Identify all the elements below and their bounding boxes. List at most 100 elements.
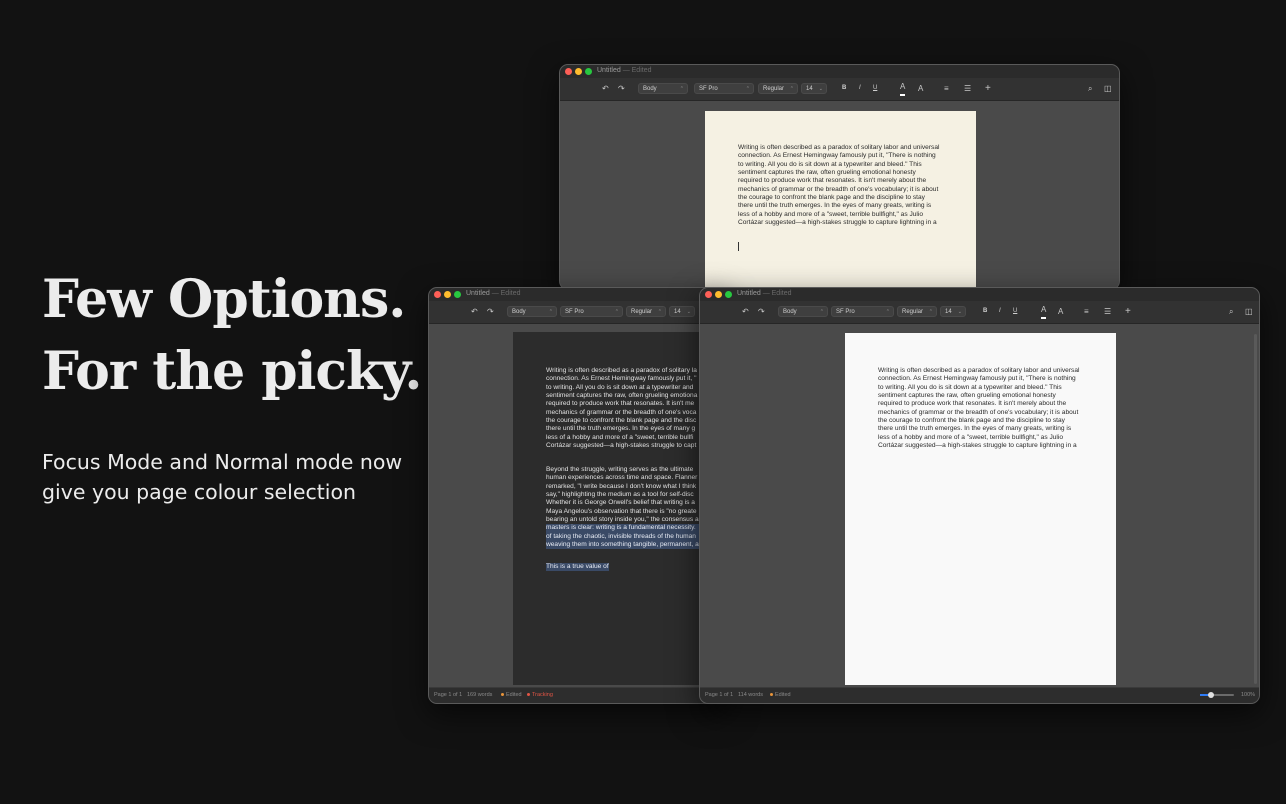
text-line: the courage to confront the blank page a…: [738, 194, 925, 202]
document-page[interactable]: Writing is often described as a paradox …: [845, 333, 1116, 685]
bold-button[interactable]: B: [983, 306, 987, 317]
document-page[interactable]: Writing is often described as a paradox …: [513, 332, 727, 685]
text-line: mechanics of grammar or the breadth of o…: [878, 408, 1079, 416]
redo-icon[interactable]: ↷: [758, 306, 765, 317]
close-window-button[interactable]: [565, 68, 572, 75]
list-icon[interactable]: ☰: [964, 83, 971, 94]
toolbar: ↶ ↷ Body ⌃ SF Pro ⌃ Regular ⌃ 14 ⌄ B I U A A…: [700, 301, 1259, 324]
underline-button[interactable]: U: [873, 83, 877, 94]
text-line: weaving them into something tangible, pe…: [546, 541, 699, 550]
font-select[interactable]: SF Pro ⌃: [831, 306, 894, 317]
text-line: the courage to confront the blank page a…: [878, 417, 1065, 425]
text-line: masters is clear: writing is a fundament…: [546, 524, 699, 533]
font-select[interactable]: SF Pro ⌃: [694, 83, 754, 94]
text-line: there until the truth emerges. In the ey…: [878, 425, 1072, 433]
bold-button[interactable]: B: [842, 83, 846, 94]
text-line: Writing is often described as a paradox …: [738, 144, 940, 151]
page-count: Page 1 of 1: [705, 692, 734, 698]
italic-button[interactable]: I: [999, 306, 1001, 317]
paragraph-style-select[interactable]: Body ⌃: [778, 306, 828, 317]
text-line: remarked, "I write because I don't know …: [546, 482, 697, 490]
zoom-window-button[interactable]: [454, 291, 461, 298]
font-select[interactable]: SF Pro ⌃: [560, 306, 623, 317]
zoom-slider-knob[interactable]: [1208, 692, 1214, 698]
zoom-slider[interactable]: [1200, 692, 1234, 698]
redo-icon[interactable]: ↷: [487, 306, 494, 317]
document-canvas: Writing is often described as a paradox …: [560, 101, 1119, 289]
sidebar-icon[interactable]: ◫: [1245, 306, 1253, 317]
text-line: Beyond the struggle, writing serves as t…: [546, 466, 694, 473]
text-line: to writing. All you do is sit down at a …: [546, 383, 694, 391]
text-line: of taking the chaotic, invisible threads…: [546, 532, 699, 542]
hero-title-line1: Few Options.: [42, 269, 406, 330]
text-line: Whether it is George Orwell's belief tha…: [546, 499, 695, 507]
paragraph-3: This is a true value of: [546, 563, 609, 572]
redo-icon[interactable]: ↷: [618, 83, 625, 94]
window-title: Untitled — Edited: [737, 290, 792, 297]
font-size-select[interactable]: 14 ⌄: [940, 306, 966, 317]
text-line: Writing is often described as a paradox …: [546, 367, 697, 374]
paragraph-1: Writing is often described as a paradox …: [738, 144, 939, 227]
tracking-status[interactable]: Tracking: [527, 692, 553, 698]
text-line: to writing. All you do is sit down at a …: [738, 160, 922, 168]
search-icon[interactable]: ⌕: [1088, 83, 1092, 94]
edited-status: Edited: [770, 692, 791, 698]
zoom-window-button[interactable]: [725, 291, 732, 298]
italic-button[interactable]: I: [859, 83, 861, 94]
text-line: mechanics of grammar or the breadth of o…: [738, 185, 939, 193]
undo-icon[interactable]: ↶: [471, 306, 478, 317]
text-line: there until the truth emerges. In the ey…: [546, 425, 696, 433]
text-line: connection. As Ernest Hemingway famously…: [738, 152, 936, 160]
search-icon[interactable]: ⌕: [1229, 306, 1233, 317]
font-size-select[interactable]: 14 ⌄: [669, 306, 695, 317]
undo-icon[interactable]: ↶: [602, 83, 609, 94]
text-caret: [738, 242, 739, 251]
text-line: mechanics of grammar or the breadth of o…: [546, 408, 697, 416]
word-count: 114 words: [738, 692, 763, 698]
text-line: Cortázar suggested—a high-stakes struggl…: [738, 219, 937, 227]
text-line: less of a hobby and more of a "sweet, te…: [878, 433, 1064, 441]
zoom-window-button[interactable]: [585, 68, 592, 75]
list-icon[interactable]: ☰: [1104, 306, 1111, 317]
underline-button[interactable]: U: [1013, 306, 1017, 317]
highlight-icon[interactable]: A: [1058, 306, 1063, 317]
titlebar: Untitled — Edited: [700, 288, 1259, 301]
align-icon[interactable]: ≡: [944, 83, 949, 94]
paragraph-style-select[interactable]: Body ⌃: [507, 306, 557, 317]
text-line: there until the truth emerges. In the ey…: [738, 202, 932, 210]
text-color-icon[interactable]: A: [900, 83, 906, 96]
window-title: Untitled — Edited: [466, 290, 521, 297]
page-count: Page 1 of 1: [434, 692, 463, 698]
document-canvas: Writing is often described as a paradox …: [700, 324, 1259, 703]
titlebar: Untitled — Edited: [560, 65, 1119, 78]
minimize-window-button[interactable]: [444, 291, 451, 298]
minimize-window-button[interactable]: [575, 68, 582, 75]
close-window-button[interactable]: [705, 291, 712, 298]
word-count: 169 words: [467, 692, 493, 698]
edited-status: Edited: [501, 692, 522, 698]
highlight-icon[interactable]: A: [918, 83, 923, 94]
weight-select[interactable]: Regular ⌃: [626, 306, 666, 317]
text-line: less of a hobby and more of a "sweet, te…: [546, 433, 694, 441]
text-line: Writing is often described as a paradox …: [878, 367, 1080, 374]
plus-icon[interactable]: +: [985, 83, 991, 94]
undo-icon[interactable]: ↶: [742, 306, 749, 317]
minimize-window-button[interactable]: [715, 291, 722, 298]
text-color-icon[interactable]: A: [1041, 306, 1047, 319]
plus-icon[interactable]: +: [1125, 306, 1131, 317]
text-line: Cortázar suggested—a high-stakes struggl…: [878, 442, 1077, 450]
text-line: less of a hobby and more of a "sweet, te…: [738, 210, 924, 218]
sidebar-icon[interactable]: ◫: [1104, 83, 1112, 94]
align-icon[interactable]: ≡: [1084, 306, 1089, 317]
zoom-level: 100%: [1241, 692, 1256, 698]
text-line: Maya Angelou's observation that there is…: [546, 507, 697, 515]
close-window-button[interactable]: [434, 291, 441, 298]
text-line: connection. As Ernest Hemingway famously…: [878, 375, 1076, 383]
weight-select[interactable]: Regular ⌃: [758, 83, 798, 94]
vertical-scrollbar[interactable]: [1254, 334, 1257, 684]
toolbar: ↶ ↷ Body ⌃ SF Pro ⌃ Regular ⌃ 14 ⌄ B I U A A…: [560, 78, 1119, 101]
paragraph-style-select[interactable]: Body ⌃: [638, 83, 688, 94]
weight-select[interactable]: Regular ⌃: [897, 306, 937, 317]
font-size-select[interactable]: 14 ⌄: [801, 83, 827, 94]
document-page[interactable]: Writing is often described as a paradox …: [705, 111, 976, 289]
